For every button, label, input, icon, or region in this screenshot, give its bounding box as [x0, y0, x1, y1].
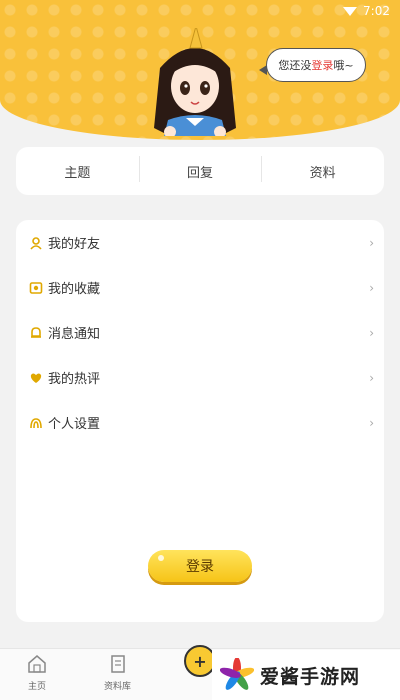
bubble-text-suffix: 哦~	[333, 59, 354, 72]
login-prompt-bubble[interactable]: 您还没 登录 哦~	[259, 48, 366, 82]
bubble-login-link[interactable]: 登录	[311, 57, 333, 73]
watermark-logo	[220, 658, 254, 690]
bell-icon	[28, 325, 44, 341]
nav-library[interactable]: 资料库	[104, 653, 131, 692]
home-icon	[28, 655, 46, 673]
status-bar: 7:02	[343, 4, 390, 18]
chevron-right-icon: ›	[369, 415, 374, 430]
menu-item-settings[interactable]: 个人设置 ›	[16, 400, 384, 445]
chevron-right-icon: ›	[369, 235, 374, 250]
avatar-illustration[interactable]	[150, 28, 240, 136]
hot-comment-icon	[28, 370, 44, 386]
chevron-right-icon: ›	[369, 280, 374, 295]
wifi-icon	[343, 6, 358, 16]
tab-replies[interactable]: 回复	[138, 155, 262, 182]
chevron-right-icon: ›	[369, 325, 374, 340]
settings-icon	[28, 415, 44, 431]
stats-tabs: 主题 回复 资料	[16, 147, 384, 195]
menu-item-label: 消息通知	[48, 327, 101, 342]
menu-item-hot-comments[interactable]: 我的热评 ›	[16, 355, 384, 400]
favorites-icon	[28, 280, 44, 296]
menu-item-label: 我的好友	[48, 237, 101, 252]
menu-item-favorites[interactable]: 我的收藏 ›	[16, 265, 384, 310]
watermark: 爱酱手游网	[212, 650, 400, 700]
nav-label: 主页	[27, 682, 46, 692]
login-button[interactable]: 登录	[148, 550, 252, 582]
menu-item-label: 我的热评	[48, 372, 101, 387]
library-icon	[110, 655, 125, 673]
bubble-text-prefix: 您还没	[278, 59, 312, 72]
nav-label: 资料库	[104, 682, 132, 692]
plus-icon: +	[193, 651, 207, 671]
friends-icon	[28, 235, 44, 251]
menu-item-friends[interactable]: 我的好友 ›	[16, 220, 384, 265]
tab-profile-info[interactable]: 资料	[261, 155, 384, 182]
nav-home[interactable]: 主页	[26, 653, 48, 692]
status-time: 7:02	[363, 4, 390, 18]
menu-item-label: 个人设置	[48, 417, 101, 432]
menu-item-notifications[interactable]: 消息通知 ›	[16, 310, 384, 355]
watermark-text: 爱酱手游网	[260, 665, 361, 688]
menu-item-label: 我的收藏	[48, 282, 101, 297]
tab-topics[interactable]: 主题	[16, 162, 139, 181]
chevron-right-icon: ›	[369, 370, 374, 385]
